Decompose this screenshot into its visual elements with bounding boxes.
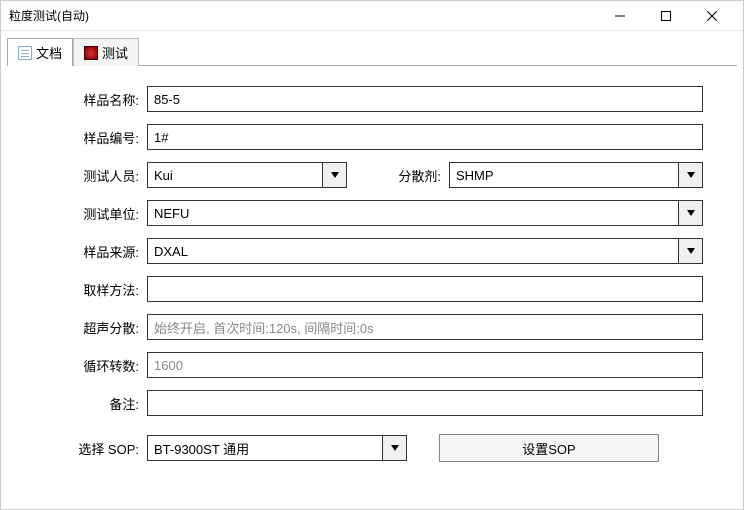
label-test-unit: 测试单位: bbox=[41, 204, 141, 223]
sop-value: BT-9300ST 通用 bbox=[154, 439, 249, 458]
remark-input[interactable] bbox=[147, 390, 703, 416]
set-sop-button[interactable]: 设置SOP bbox=[439, 434, 659, 462]
chevron-down-icon bbox=[322, 163, 346, 187]
label-cycle-speed: 循环转数: bbox=[41, 356, 141, 375]
dispersant-select[interactable]: SHMP bbox=[449, 162, 703, 188]
dispersant-value: SHMP bbox=[456, 168, 494, 183]
sampling-method-input[interactable] bbox=[147, 276, 703, 302]
test-icon bbox=[84, 46, 98, 60]
maximize-button[interactable] bbox=[643, 1, 689, 31]
label-select-sop: 选择 SOP: bbox=[41, 439, 141, 458]
chevron-down-icon bbox=[678, 201, 702, 225]
sop-select[interactable]: BT-9300ST 通用 bbox=[147, 435, 407, 461]
window-title: 粒度测试(自动) bbox=[9, 7, 597, 24]
label-sample-name: 样品名称: bbox=[41, 90, 141, 109]
titlebar: 粒度测试(自动) bbox=[1, 1, 743, 31]
tab-test-label: 测试 bbox=[102, 43, 128, 62]
tester-value: Kui bbox=[154, 168, 173, 183]
ultrasonic-readonly: 始终开启, 首次时间:120s, 间隔时间:0s bbox=[147, 314, 703, 340]
tester-select[interactable]: Kui bbox=[147, 162, 347, 188]
label-ultrasonic: 超声分散: bbox=[41, 318, 141, 337]
sample-no-input[interactable] bbox=[147, 124, 703, 150]
label-sample-source: 样品来源: bbox=[41, 242, 141, 261]
label-sampling-method: 取样方法: bbox=[41, 280, 141, 299]
test-unit-select[interactable]: NEFU bbox=[147, 200, 703, 226]
app-window: 粒度测试(自动) 文档 测试 样品名称: 样品编号: 测试人员: bbox=[0, 0, 744, 510]
set-sop-label: 设置SOP bbox=[522, 439, 575, 458]
test-unit-value: NEFU bbox=[154, 206, 189, 221]
sample-source-select[interactable]: DXAL bbox=[147, 238, 703, 264]
label-tester: 测试人员: bbox=[41, 166, 141, 185]
chevron-down-icon bbox=[678, 239, 702, 263]
cycle-speed-readonly: 1600 bbox=[147, 352, 703, 378]
sample-source-value: DXAL bbox=[154, 244, 188, 259]
close-button[interactable] bbox=[689, 1, 735, 31]
document-icon bbox=[18, 46, 32, 60]
label-remark: 备注: bbox=[41, 394, 141, 413]
form-area: 样品名称: 样品编号: 测试人员: Kui 分散剂: SHMP 测试单位: NE… bbox=[1, 66, 743, 484]
sample-name-input[interactable] bbox=[147, 86, 703, 112]
window-buttons bbox=[597, 1, 735, 31]
label-dispersant: 分散剂: bbox=[383, 166, 443, 185]
tab-document[interactable]: 文档 bbox=[7, 38, 73, 66]
tab-doc-label: 文档 bbox=[36, 43, 62, 62]
chevron-down-icon bbox=[382, 436, 406, 460]
tabstrip: 文档 测试 bbox=[1, 31, 743, 65]
chevron-down-icon bbox=[678, 163, 702, 187]
minimize-button[interactable] bbox=[597, 1, 643, 31]
tab-test[interactable]: 测试 bbox=[73, 38, 139, 66]
label-sample-no: 样品编号: bbox=[41, 128, 141, 147]
